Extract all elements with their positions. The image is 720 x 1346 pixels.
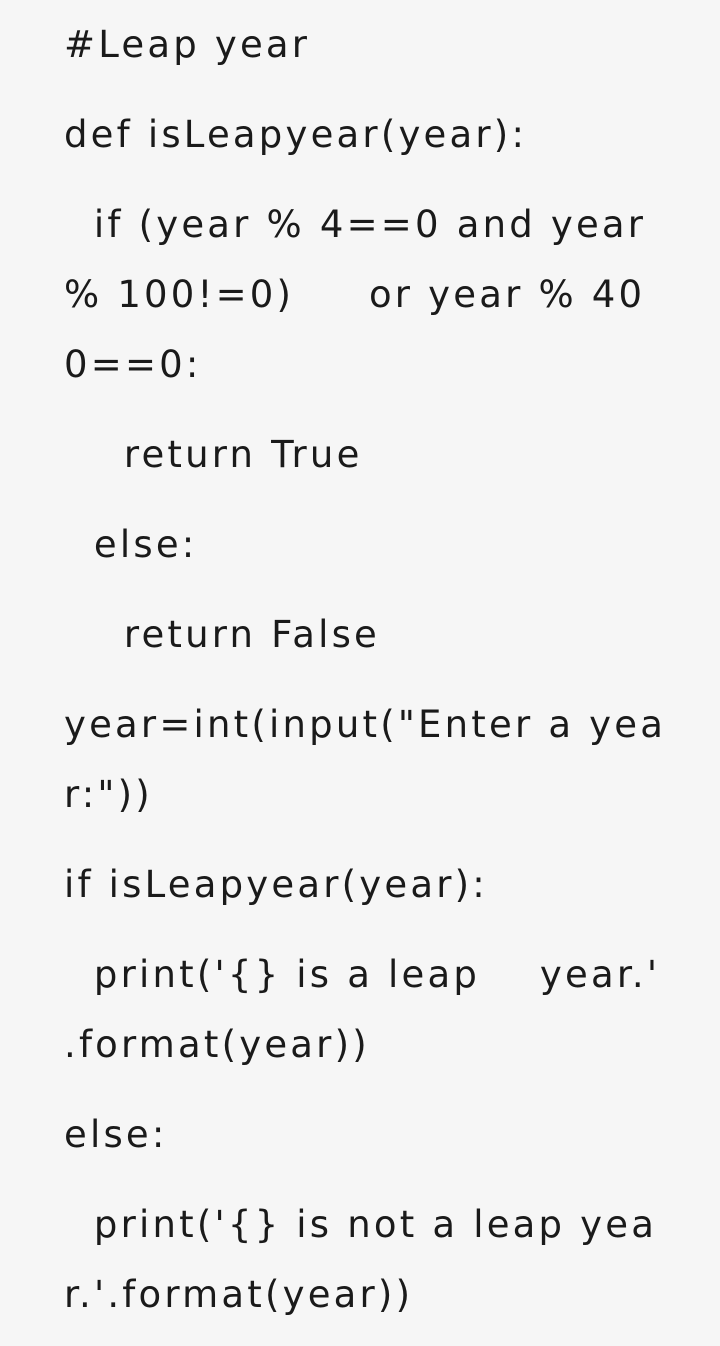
code-line-return-false: return False <box>64 613 381 656</box>
code-line-else-inner: else: <box>64 523 198 566</box>
code-line-print-leap-wrap: .format(year)) <box>64 1023 370 1066</box>
code-line-input-wrap: r:")) <box>64 773 153 816</box>
code-line-print-not-leap: print('{} is not a leap yea <box>64 1203 658 1246</box>
code-line-print-not-leap-wrap: r.'.format(year)) <box>64 1273 414 1316</box>
code-line-if-condition: if (year % 4==0 and year <box>64 203 647 246</box>
code-line-else-outer: else: <box>64 1113 168 1156</box>
code-line-return-true: return True <box>64 433 363 476</box>
code-line-def: def isLeapyear(year): <box>64 113 528 156</box>
code-line-if-condition-wrap: % 100!=0) or year % 40 <box>64 273 646 316</box>
code-line-comment: #Leap year <box>64 23 311 66</box>
note-text-area: #Leap year def isLeapyear(year): if (yea… <box>36 0 720 1346</box>
code-line-if-call: if isLeapyear(year): <box>64 863 488 906</box>
code-line-input: year=int(input("Enter a yea <box>64 703 667 746</box>
code-line-print-leap: print('{} is a leap year.' <box>64 953 661 996</box>
code-line-if-condition-end: 0==0: <box>64 343 202 386</box>
